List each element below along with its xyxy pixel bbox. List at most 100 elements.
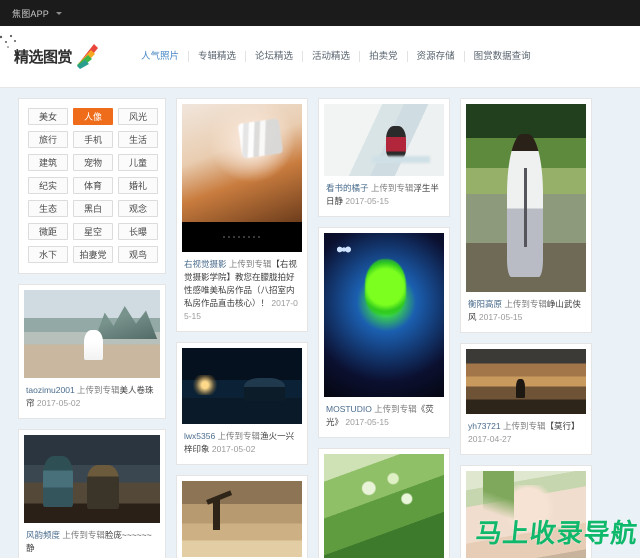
photo-card[interactable] <box>460 465 592 558</box>
nav-item-album-picks[interactable]: 专辑精选 <box>189 51 247 62</box>
photo-action: 上传到专辑 <box>60 530 105 540</box>
photo-author[interactable]: yh73721 <box>468 421 501 431</box>
photo-album[interactable]: 【莫行】 <box>546 421 580 431</box>
photo-thumbnail[interactable] <box>466 471 586 558</box>
photo-thumbnail[interactable] <box>324 233 444 397</box>
tag-guanniao[interactable]: 观鸟 <box>118 246 158 263</box>
tag-shengtai[interactable]: 生态 <box>28 200 68 217</box>
column-second: 右视觉摄影 上传到专辑【右视觉摄影学院】教您在朦胧拍好性感唯美私房作品（八招室内… <box>176 98 308 558</box>
photo-card[interactable]: yh73721 上传到专辑【莫行】 2017-04-27 <box>460 343 592 455</box>
photo-caption: MOSTUDIO 上传到专辑《荧光》 2017-05-15 <box>324 397 444 432</box>
tag-paiqidang[interactable]: 拍妻党 <box>73 246 113 263</box>
photo-caption: yh73721 上传到专辑【莫行】 2017-04-27 <box>466 414 586 449</box>
photo-thumbnail[interactable] <box>324 104 444 176</box>
nav-item-forum-picks[interactable]: 论坛精选 <box>246 51 304 62</box>
sparkle-dots-icon <box>0 34 20 50</box>
logo-text: 精选图赏 <box>14 48 73 66</box>
photo-thumbnail[interactable] <box>24 435 160 523</box>
photo-image-guilin <box>24 290 160 378</box>
photo-date: 2017-04-27 <box>468 434 512 444</box>
photo-image-neon <box>324 233 444 397</box>
photo-image-dusk <box>466 349 586 414</box>
photo-image-boat <box>182 348 302 424</box>
photo-image-portrait <box>182 104 302 222</box>
photo-author[interactable]: taozimu2001 <box>26 385 75 395</box>
category-tag-panel: 美女 人像 风光 旅行 手机 生活 建筑 宠物 儿童 纪实 体育 婚礼 生态 黑… <box>18 98 166 274</box>
tag-jianzhu[interactable]: 建筑 <box>28 154 68 171</box>
app-download-link[interactable]: 焦图APP <box>12 7 63 20</box>
tag-changbao[interactable]: 长曝 <box>118 223 158 240</box>
photo-thumbnail[interactable] <box>324 454 444 558</box>
photo-card[interactable] <box>318 448 450 558</box>
photo-image-blackbar <box>182 222 302 252</box>
tag-fengguang[interactable]: 风光 <box>118 108 158 125</box>
photo-card[interactable]: taozimu2001 上传到专辑美人卷珠帘 2017-05-02 <box>18 284 166 419</box>
photo-caption: 衡阳高原 上传到专辑峥山武侠风 2017-05-15 <box>466 292 586 327</box>
tag-shouji[interactable]: 手机 <box>73 131 113 148</box>
photo-date: 2017-05-15 <box>476 312 523 322</box>
tag-tiyu[interactable]: 体育 <box>73 177 113 194</box>
photo-thumbnail[interactable] <box>466 349 586 414</box>
tag-hunli[interactable]: 婚礼 <box>118 177 158 194</box>
photo-author[interactable]: 看书的橘子 <box>326 183 369 193</box>
photo-action: 上传到专辑 <box>226 259 272 269</box>
tag-weiju[interactable]: 微距 <box>28 223 68 240</box>
photo-action: 上传到专辑 <box>74 385 120 395</box>
photo-thumbnail[interactable] <box>24 290 160 378</box>
photo-image-girl <box>466 471 586 558</box>
nav-item-resource-storage[interactable]: 资源存储 <box>408 51 465 62</box>
photo-thumbnail[interactable] <box>466 104 586 292</box>
photo-caption: lwx5356 上传到专辑渔火一兴梓印象 2017-05-02 <box>182 424 302 459</box>
tag-chongwu[interactable]: 宠物 <box>73 154 113 171</box>
app-download-label: 焦图APP <box>12 8 50 19</box>
feather-brush-icon <box>74 42 100 72</box>
photo-author[interactable]: 右视觉摄影 <box>184 259 227 269</box>
photo-image-hanfu <box>466 104 586 292</box>
column-right: 衡阳高原 上传到专辑峥山武侠风 2017-05-15 yh73721 上传到专辑… <box>460 98 592 558</box>
tag-lvxing[interactable]: 旅行 <box>28 131 68 148</box>
tag-shuixia[interactable]: 水下 <box>28 246 68 263</box>
photo-action: 上传到专辑 <box>368 183 414 193</box>
tag-heibai[interactable]: 黑白 <box>73 200 113 217</box>
photo-thumbnail[interactable] <box>182 481 302 557</box>
photo-image-couple <box>24 435 160 523</box>
tag-meinv[interactable]: 美女 <box>28 108 68 125</box>
photo-author[interactable]: MOSTUDIO <box>326 404 372 414</box>
photo-thumbnail-strip[interactable] <box>182 222 302 252</box>
column-third: 看书的橘子 上传到专辑浮生半日静 2017-05-15 MOSTUDIO 上传到… <box>318 98 450 558</box>
photo-card[interactable]: MOSTUDIO 上传到专辑《荧光》 2017-05-15 <box>318 227 450 438</box>
photo-author[interactable]: lwx5356 <box>184 431 215 441</box>
tag-ertong[interactable]: 儿童 <box>118 154 158 171</box>
photo-card[interactable]: 衡阳高原 上传到专辑峥山武侠风 2017-05-15 <box>460 98 592 333</box>
site-logo[interactable]: 精选图赏 <box>0 34 118 72</box>
tag-shenghuo[interactable]: 生活 <box>118 131 158 148</box>
photo-author[interactable]: 风韵频度 <box>26 530 60 540</box>
photo-caption: 风韵频度 上传到专辑脸庞~~~~~~静 <box>24 523 160 558</box>
tag-renxiang[interactable]: 人像 <box>73 108 113 125</box>
photo-thumbnail[interactable] <box>182 104 302 222</box>
category-tag-grid: 美女 人像 风光 旅行 手机 生活 建筑 宠物 儿童 纪实 体育 婚礼 生态 黑… <box>28 108 158 263</box>
column-left: 美女 人像 风光 旅行 手机 生活 建筑 宠物 儿童 纪实 体育 婚礼 生态 黑… <box>18 98 166 558</box>
photo-author[interactable]: 衡阳高原 <box>468 299 502 309</box>
photo-card[interactable]: 右视觉摄影 上传到专辑【右视觉摄影学院】教您在朦胧拍好性感唯美私房作品（八招室内… <box>176 98 308 332</box>
photo-card[interactable]: 看书的橘子 上传到专辑浮生半日静 2017-05-15 <box>318 98 450 217</box>
nav-item-data-query[interactable]: 图赏数据查询 <box>465 51 540 62</box>
photo-card[interactable]: 风韵频度 上传到专辑脸庞~~~~~~静 <box>18 429 166 558</box>
photo-image-pool <box>324 104 444 176</box>
nav-item-activity-picks[interactable]: 活动精选 <box>303 51 361 62</box>
chevron-down-icon[interactable] <box>56 11 63 15</box>
tag-jishi[interactable]: 纪实 <box>28 177 68 194</box>
nav-item-popular-photos[interactable]: 人气照片 <box>132 51 190 62</box>
photo-card[interactable]: 我是不可说 上传到专辑不可说摄影作品《北斗》 2017-04-27 <box>176 475 308 558</box>
photo-action: 上传到专辑 <box>371 404 417 414</box>
photo-date: 2017-05-15 <box>343 417 389 427</box>
nav-item-auction-group[interactable]: 拍卖党 <box>360 51 408 62</box>
photo-card[interactable]: lwx5356 上传到专辑渔火一兴梓印象 2017-05-02 <box>176 342 308 465</box>
tag-guannian[interactable]: 观念 <box>118 200 158 217</box>
photo-date: 2017-05-02 <box>34 398 81 408</box>
photo-caption: taozimu2001 上传到专辑美人卷珠帘 2017-05-02 <box>24 378 160 413</box>
photo-thumbnail[interactable] <box>182 348 302 424</box>
tag-xingkong[interactable]: 星空 <box>73 223 113 240</box>
main-nav: 人气照片 专辑精选 论坛精选 活动精选 拍卖党 资源存储 图赏数据查询 <box>132 51 626 62</box>
photo-action: 上传到专辑 <box>500 421 546 431</box>
